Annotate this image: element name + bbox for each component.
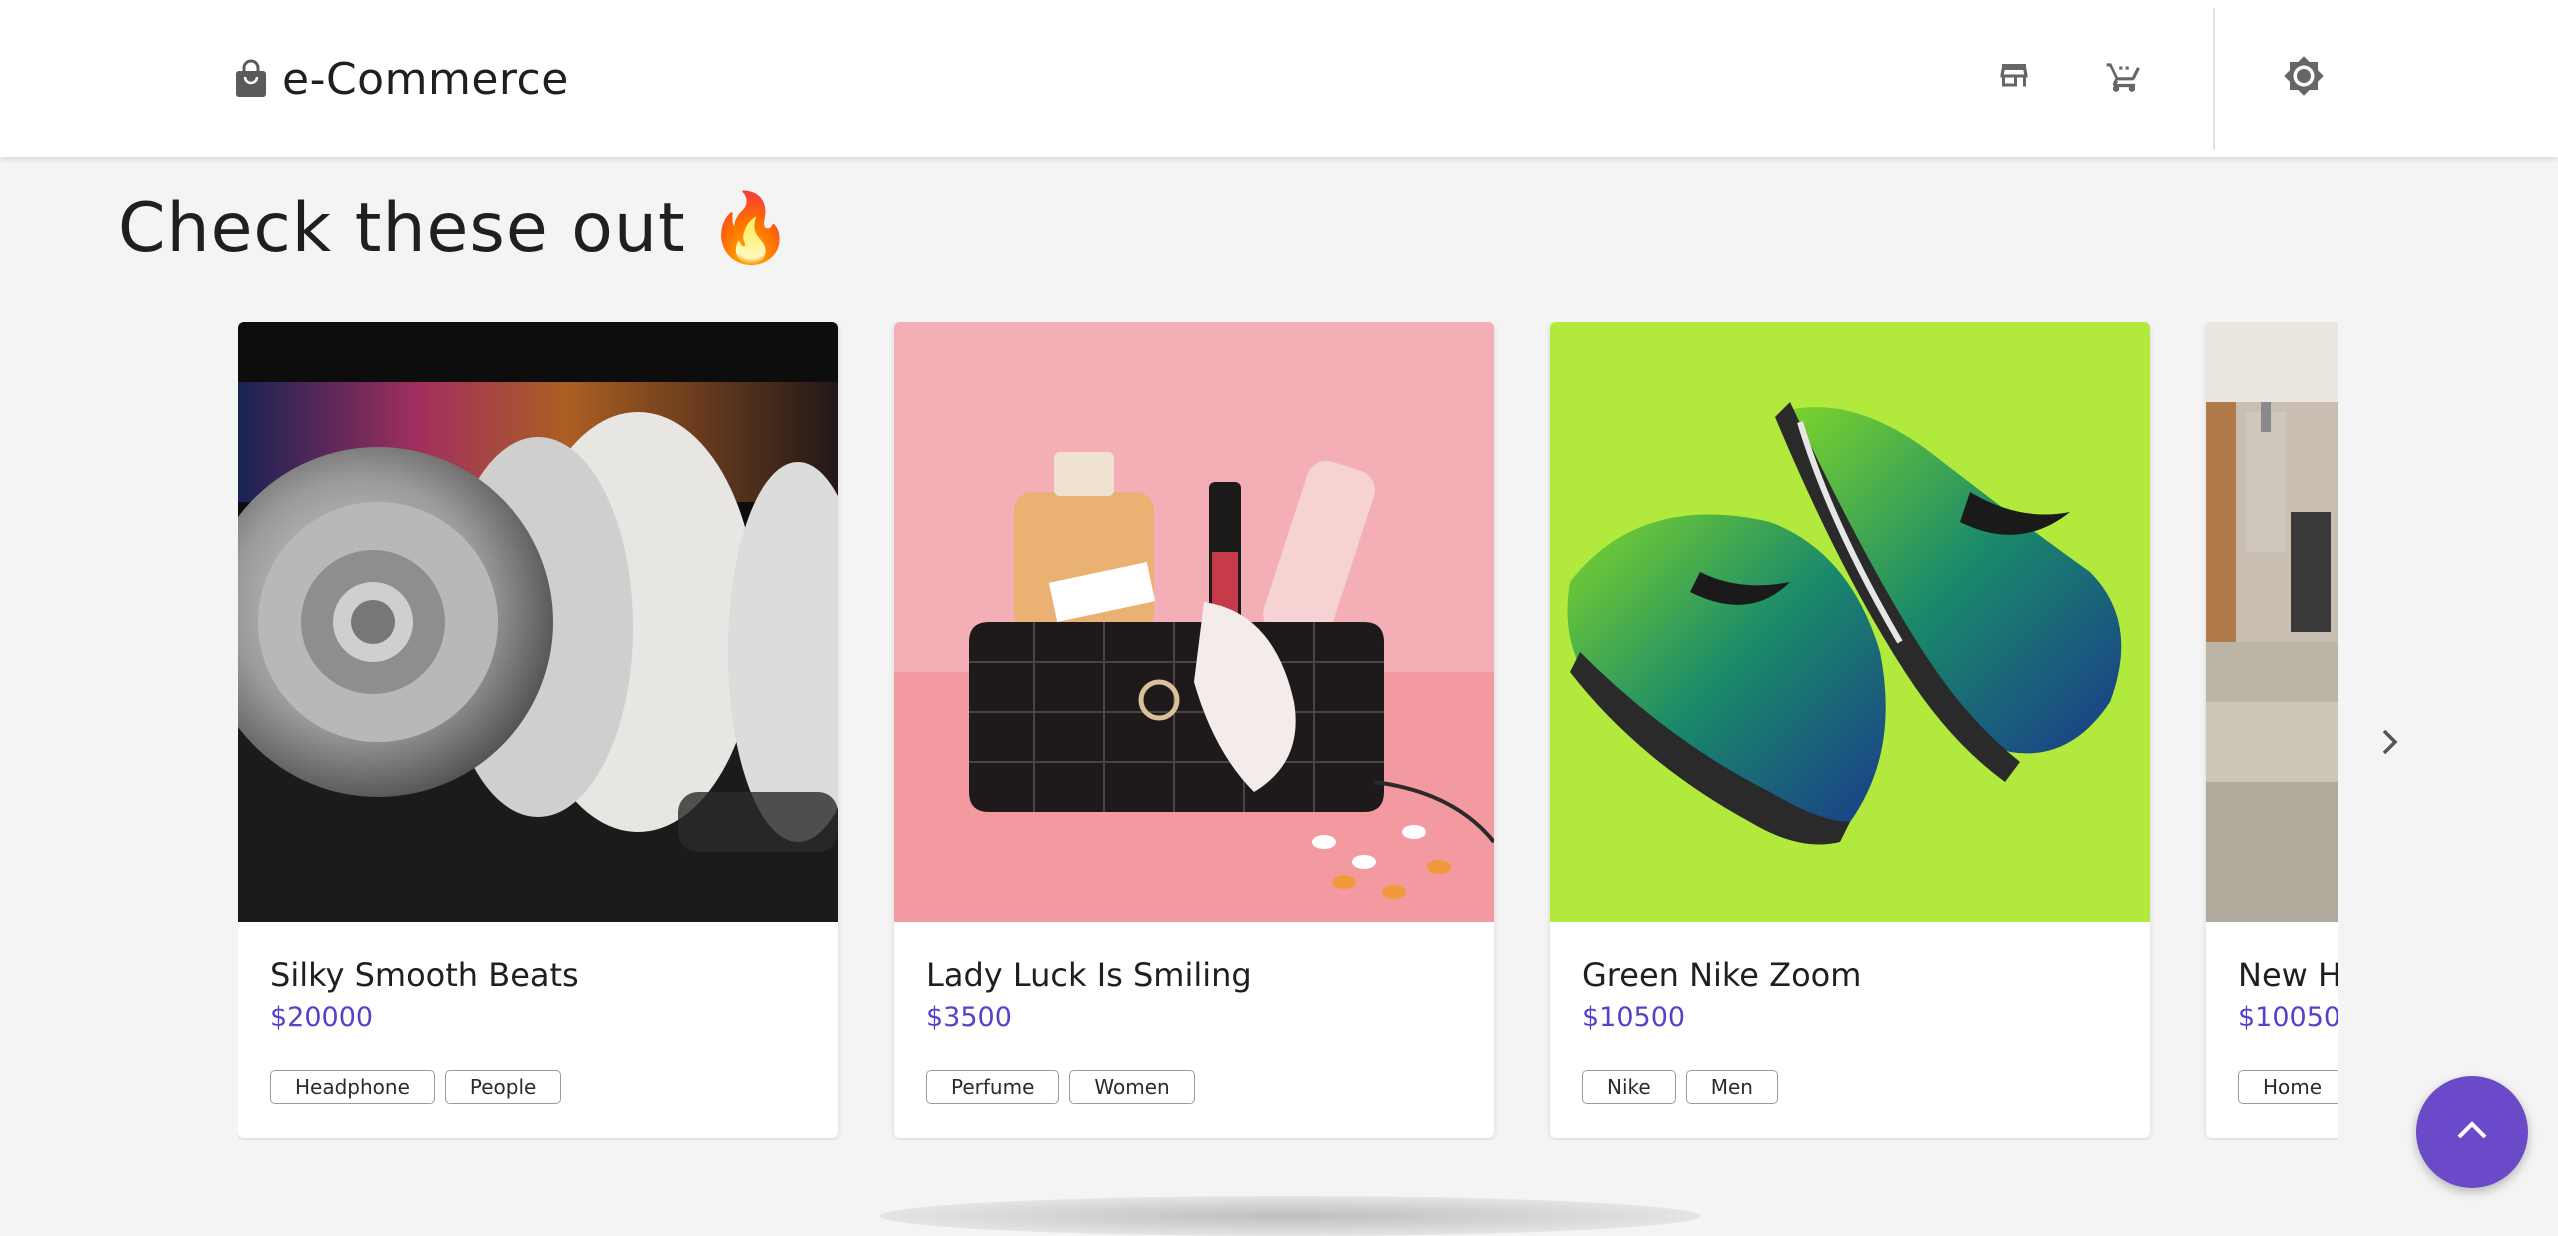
tag-chip[interactable]: Nike (1582, 1070, 1676, 1104)
store-icon (1996, 58, 2032, 98)
tag-chip[interactable]: Home (2238, 1070, 2338, 1104)
product-price: $10500 (1582, 1002, 1686, 1033)
carousel-edge (2338, 300, 2558, 1160)
product-image-headphones (238, 322, 838, 922)
header-divider (2213, 8, 2215, 150)
product-title[interactable]: Green Nike Zoom (1582, 956, 1861, 994)
top-app-bar: e-Commerce (0, 0, 2558, 157)
cart-icon (2105, 57, 2143, 99)
product-carousel: Silky Smooth Beats $20000 Headphone Peop… (238, 322, 2338, 1140)
brand-name: e-Commerce (282, 53, 569, 105)
product-image-sneakers (1550, 322, 2150, 922)
section-title: Check these out 🔥 (118, 188, 794, 268)
product-title[interactable]: New Ho (2238, 956, 2338, 994)
product-card[interactable]: Silky Smooth Beats $20000 Headphone Peop… (238, 322, 838, 1138)
fire-emoji: 🔥 (708, 189, 794, 268)
product-tags: Home (2238, 1070, 2338, 1104)
cart-button[interactable] (2102, 56, 2146, 100)
tag-chip[interactable]: Women (1069, 1070, 1195, 1104)
chevron-right-icon (2378, 727, 2402, 761)
tag-chip[interactable]: Perfume (926, 1070, 1060, 1104)
store-button[interactable] (1992, 56, 2036, 100)
product-card[interactable]: New Ho $10050 Home (2206, 322, 2338, 1138)
shopping-bag-icon (234, 59, 268, 99)
product-price: $20000 (270, 1002, 374, 1033)
tag-chip[interactable]: People (444, 1070, 562, 1104)
product-price: $3500 (926, 1002, 1012, 1033)
product-card[interactable]: Green Nike Zoom $10500 Nike Men (1550, 322, 2150, 1138)
tag-chip[interactable]: Men (1685, 1070, 1778, 1104)
section-title-text: Check these out (118, 189, 686, 268)
chevron-up-icon (2455, 1119, 2489, 1145)
product-title[interactable]: Silky Smooth Beats (270, 956, 579, 994)
carousel-next-button[interactable] (2372, 722, 2408, 766)
product-card[interactable]: Lady Luck Is Smiling $3500 Perfume Women (894, 322, 1494, 1138)
product-price: $10050 (2238, 1002, 2338, 1033)
product-title[interactable]: Lady Luck Is Smiling (926, 956, 1252, 994)
tag-chip[interactable]: Headphone (270, 1070, 435, 1104)
scroll-to-top-button[interactable] (2416, 1076, 2528, 1188)
next-section-shadow (880, 1196, 1700, 1236)
product-tags: Headphone People (270, 1070, 562, 1104)
brand-link[interactable]: e-Commerce (234, 50, 569, 108)
product-image-home (2206, 322, 2338, 922)
product-image-perfume (894, 322, 1494, 922)
product-tags: Nike Men (1582, 1070, 1778, 1104)
product-tags: Perfume Women (926, 1070, 1195, 1104)
theme-toggle-icon (2283, 55, 2325, 101)
theme-toggle-button[interactable] (2282, 56, 2326, 100)
